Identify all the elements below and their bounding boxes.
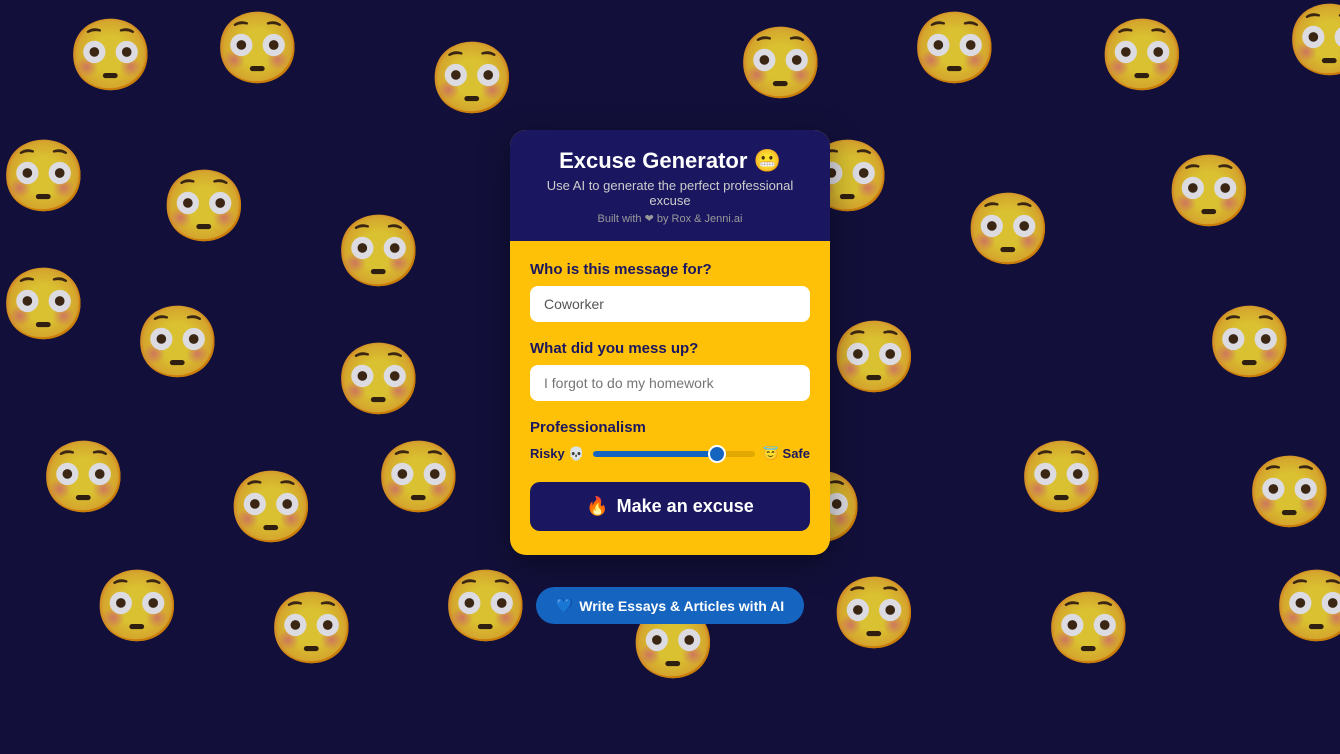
background-emoji-4: 😳 (911, 8, 998, 90)
button-label: Make an excuse (617, 496, 754, 517)
background-emoji-15: 😳 (335, 339, 422, 421)
background-emoji-24: 😳 (1246, 452, 1333, 534)
built-by: Built with ❤ by Rox & Jenni.ai (530, 212, 810, 225)
safe-label: 😇 Safe (763, 446, 810, 462)
background-emoji-29: 😳 (831, 573, 918, 655)
bottom-link-icon: 💙 (556, 597, 573, 614)
background-emoji-18: 😳 (40, 437, 127, 519)
mess-up-field-group: What did you mess up? (530, 340, 810, 401)
background-emoji-9: 😳 (0, 264, 87, 346)
background-emoji-30: 😳 (1045, 588, 1132, 670)
card-header: Excuse Generator 😬 Use AI to generate th… (510, 130, 830, 241)
background-emoji-7: 😳 (0, 136, 87, 218)
professionalism-section: Professionalism Risky 💀 😇 Safe (530, 419, 810, 462)
professionalism-label: Professionalism (530, 419, 810, 436)
background-emoji-10: 😳 (335, 211, 422, 293)
background-emoji-19: 😳 (228, 467, 315, 549)
bottom-link-container: 💙 Write Essays & Articles with AI (536, 587, 804, 624)
background-emoji-6: 😳 (1286, 0, 1340, 82)
risky-label: Risky 💀 (530, 446, 585, 462)
app-title: Excuse Generator 😬 (530, 148, 810, 174)
background-emoji-26: 😳 (268, 588, 355, 670)
bottom-link[interactable]: 💙 Write Essays & Articles with AI (536, 587, 804, 624)
background-emoji-31: 😳 (1273, 566, 1340, 648)
background-emoji-20: 😳 (375, 437, 462, 519)
background-emoji-17: 😳 (1206, 302, 1293, 384)
background-emoji-1: 😳 (214, 8, 301, 90)
recipient-label: Who is this message for? (530, 261, 810, 278)
background-emoji-3: 😳 (737, 23, 824, 105)
background-emoji-8: 😳 (161, 166, 248, 248)
card-body: Who is this message for? What did you me… (510, 241, 830, 555)
background-emoji-12: 😳 (965, 189, 1052, 271)
background-emoji-14: 😳 (134, 302, 221, 384)
mess-up-input[interactable] (530, 365, 810, 401)
app-subtitle: Use AI to generate the perfect professio… (530, 178, 810, 208)
recipient-input[interactable] (530, 286, 810, 322)
background-emoji-23: 😳 (1018, 437, 1105, 519)
slider-row: Risky 💀 😇 Safe (530, 446, 810, 462)
background-emoji-0: 😳 (67, 15, 154, 97)
background-emoji-25: 😳 (94, 566, 181, 648)
button-icon: 🔥 (586, 496, 608, 517)
background-emoji-2: 😳 (429, 38, 516, 120)
make-excuse-button[interactable]: 🔥 Make an excuse (530, 482, 810, 531)
background-emoji-5: 😳 (1099, 15, 1186, 97)
background-emoji-13: 😳 (1166, 151, 1253, 233)
professionalism-slider[interactable] (593, 451, 755, 457)
mess-up-label: What did you mess up? (530, 340, 810, 357)
main-card: Excuse Generator 😬 Use AI to generate th… (510, 130, 830, 555)
bottom-link-label: Write Essays & Articles with AI (579, 598, 784, 614)
background-emoji-16: 😳 (831, 317, 918, 399)
recipient-field-group: Who is this message for? (530, 261, 810, 322)
